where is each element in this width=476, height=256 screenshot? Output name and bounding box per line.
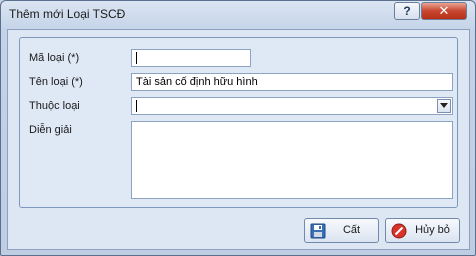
- thuoc-loai-label: Thuộc loại: [29, 100, 80, 112]
- form-panel: Mã loại (*) Tên loại (*) Tài sản cố định…: [19, 37, 458, 208]
- window-title: Thêm mới Loại TSCĐ: [9, 7, 126, 21]
- close-icon: ✕: [438, 3, 450, 18]
- title-bar: Thêm mới Loại TSCĐ ? ✕: [1, 1, 475, 27]
- cancel-circle-icon: [391, 223, 407, 239]
- text-cursor: [136, 100, 137, 112]
- ma-loai-input[interactable]: [131, 49, 251, 67]
- save-button[interactable]: Cất: [304, 218, 379, 243]
- help-icon: ?: [403, 4, 411, 18]
- cancel-button[interactable]: Hủy bỏ: [385, 218, 460, 243]
- dien-giai-textarea[interactable]: [131, 121, 453, 199]
- ten-loai-label: Tên loại (*): [29, 76, 83, 88]
- thuoc-loai-select[interactable]: [131, 97, 453, 115]
- help-button[interactable]: ?: [394, 2, 420, 20]
- text-cursor: [136, 52, 137, 64]
- ten-loai-input[interactable]: Tài sản cố định hữu hình: [131, 73, 453, 91]
- dropdown-button[interactable]: [437, 99, 451, 113]
- dien-giai-label: Diễn giải: [29, 124, 72, 136]
- chevron-down-icon: [440, 103, 448, 108]
- dialog-window: Thêm mới Loại TSCĐ ? ✕ Mã loại (*) Tên l…: [0, 0, 476, 256]
- dialog-client-area: Mã loại (*) Tên loại (*) Tài sản cố định…: [7, 29, 470, 250]
- floppy-disk-icon: [310, 223, 326, 239]
- ten-loai-value: Tài sản cố định hữu hình: [136, 76, 258, 88]
- close-button[interactable]: ✕: [421, 2, 467, 20]
- ma-loai-label: Mã loại (*): [29, 52, 80, 64]
- cancel-button-label: Hủy bỏ: [415, 224, 450, 236]
- save-button-label: Cất: [342, 224, 361, 236]
